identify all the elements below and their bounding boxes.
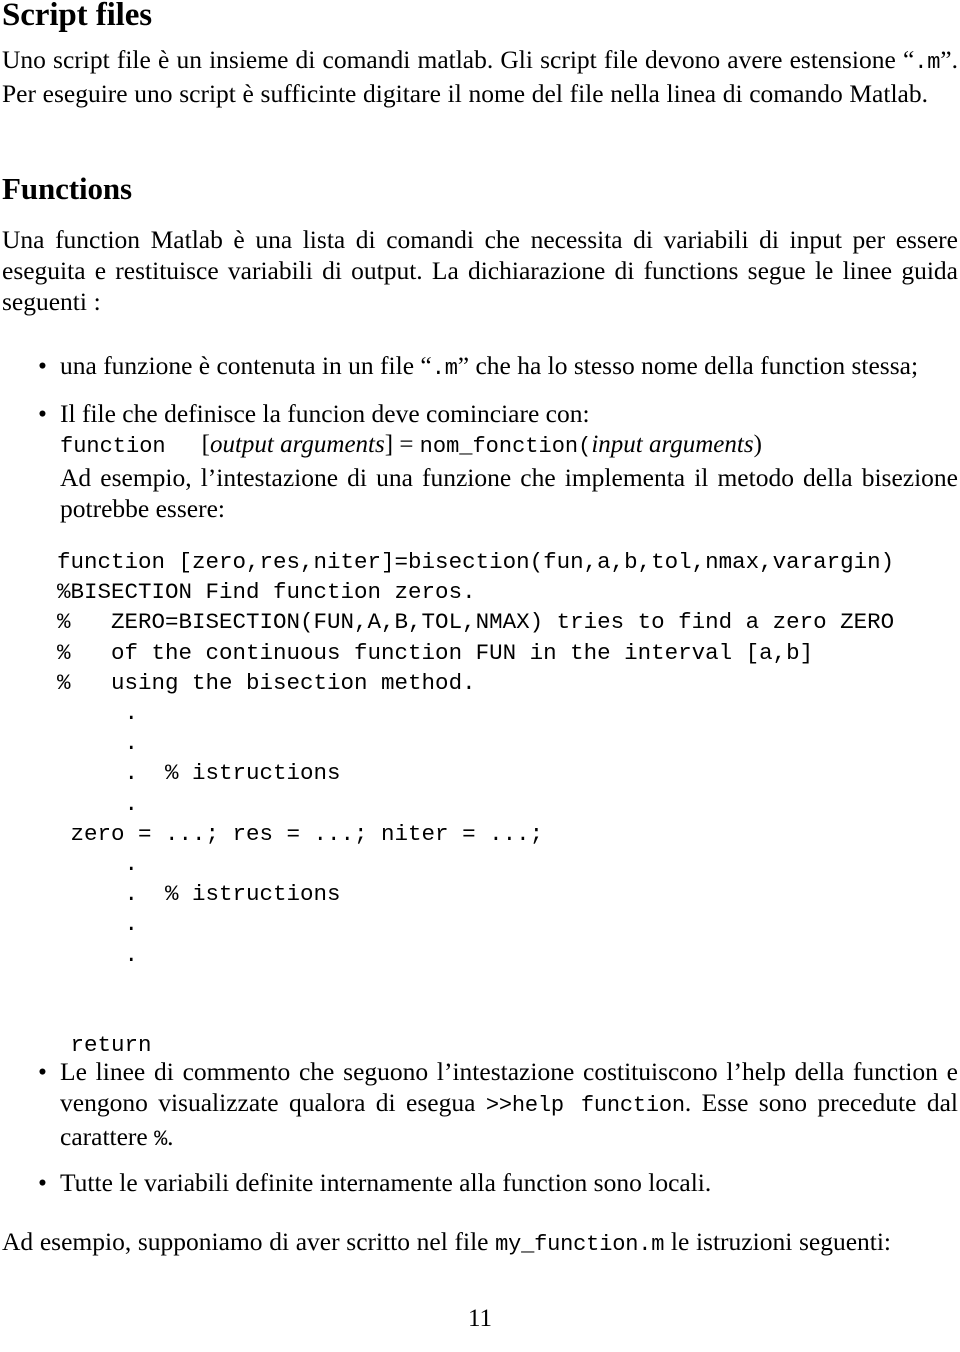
bullet-comment-lines-help: • Le linee di commento che seguono l’inte… xyxy=(0,1056,958,1155)
list-item: • Le linee di commento che seguono l’inte… xyxy=(0,1056,958,1155)
functions-heading: Functions xyxy=(2,171,133,206)
bullet-local-variables: • Tutte le variabili definite internament… xyxy=(0,1167,958,1198)
extension-m-mono: .m xyxy=(914,50,941,75)
bullet-file-extension: • una funzione è contenuta in un file “.m… xyxy=(0,350,958,384)
page-title: Script files xyxy=(2,0,153,33)
declaration-close-bracket: ] xyxy=(384,431,394,458)
bullet-icon: • xyxy=(38,1057,47,1086)
bullet-icon: • xyxy=(38,399,47,428)
my-function-file-mono: my_function.m xyxy=(495,1232,665,1257)
declaration-equals: = xyxy=(399,431,414,458)
function-declaration-syntax: function [output arguments] = nom_fonctio… xyxy=(60,429,958,462)
bullet-icon: • xyxy=(38,351,47,380)
list-item: • Il file che definisce la funcion deve … xyxy=(0,398,958,524)
bullet-1-mono: .m xyxy=(431,356,458,381)
bullet-2-example-line: Ad esempio, l’intestazione di una funzio… xyxy=(60,463,958,523)
list-item: • Tutte le variabili definite internament… xyxy=(0,1167,958,1198)
closing-paragraph: Ad esempio, supponiamo di aver scritto n… xyxy=(2,1226,958,1260)
code-block-bisection: function [zero,res,niter]=bisection(fun,… xyxy=(57,549,895,1059)
bullet-1-text-2: ” che ha lo stesso nome della function s… xyxy=(457,351,919,380)
bullet-3-text-3: . xyxy=(167,1122,174,1151)
closing-text-2: le istruzioni seguenti: xyxy=(664,1227,892,1256)
functions-intro-paragraph: Una function Matlab è una lista di coman… xyxy=(2,225,958,316)
bullet-icon: • xyxy=(38,1168,47,1197)
bullet-4-text: Tutte le variabili definite internamente… xyxy=(60,1168,712,1197)
closing-text-1: Ad esempio, supponiamo di aver scritto n… xyxy=(2,1227,496,1256)
page-number: 11 xyxy=(467,1305,493,1332)
script-files-paragraph: Uno script file è un insieme di comandi … xyxy=(2,44,958,109)
declaration-input-args: input arguments xyxy=(591,431,754,458)
list-item: • una funzione è contenuta in un file “.m… xyxy=(0,350,958,384)
declaration-function-name: nom_fonction( xyxy=(419,434,592,459)
script-files-text-1: Uno script file è un insieme di comandi … xyxy=(2,45,915,74)
declaration-close-paren: ) xyxy=(753,431,762,458)
declaration-open-bracket: [ xyxy=(201,431,210,458)
help-function-command-mono: >>help function xyxy=(485,1093,685,1118)
document-page: Script files Uno script file è un insiem… xyxy=(0,0,960,1352)
bullet-1-text-1: una funzione è contenuta in un file “ xyxy=(60,351,432,380)
bullet-function-declaration: • Il file che definisce la funcion deve … xyxy=(0,398,958,524)
bullet-2-intro-line: Il file che definisce la funcion deve co… xyxy=(60,399,590,428)
percent-char-mono: % xyxy=(154,1127,168,1152)
declaration-output-args: output arguments xyxy=(209,431,385,458)
declaration-keyword: function xyxy=(60,434,166,459)
